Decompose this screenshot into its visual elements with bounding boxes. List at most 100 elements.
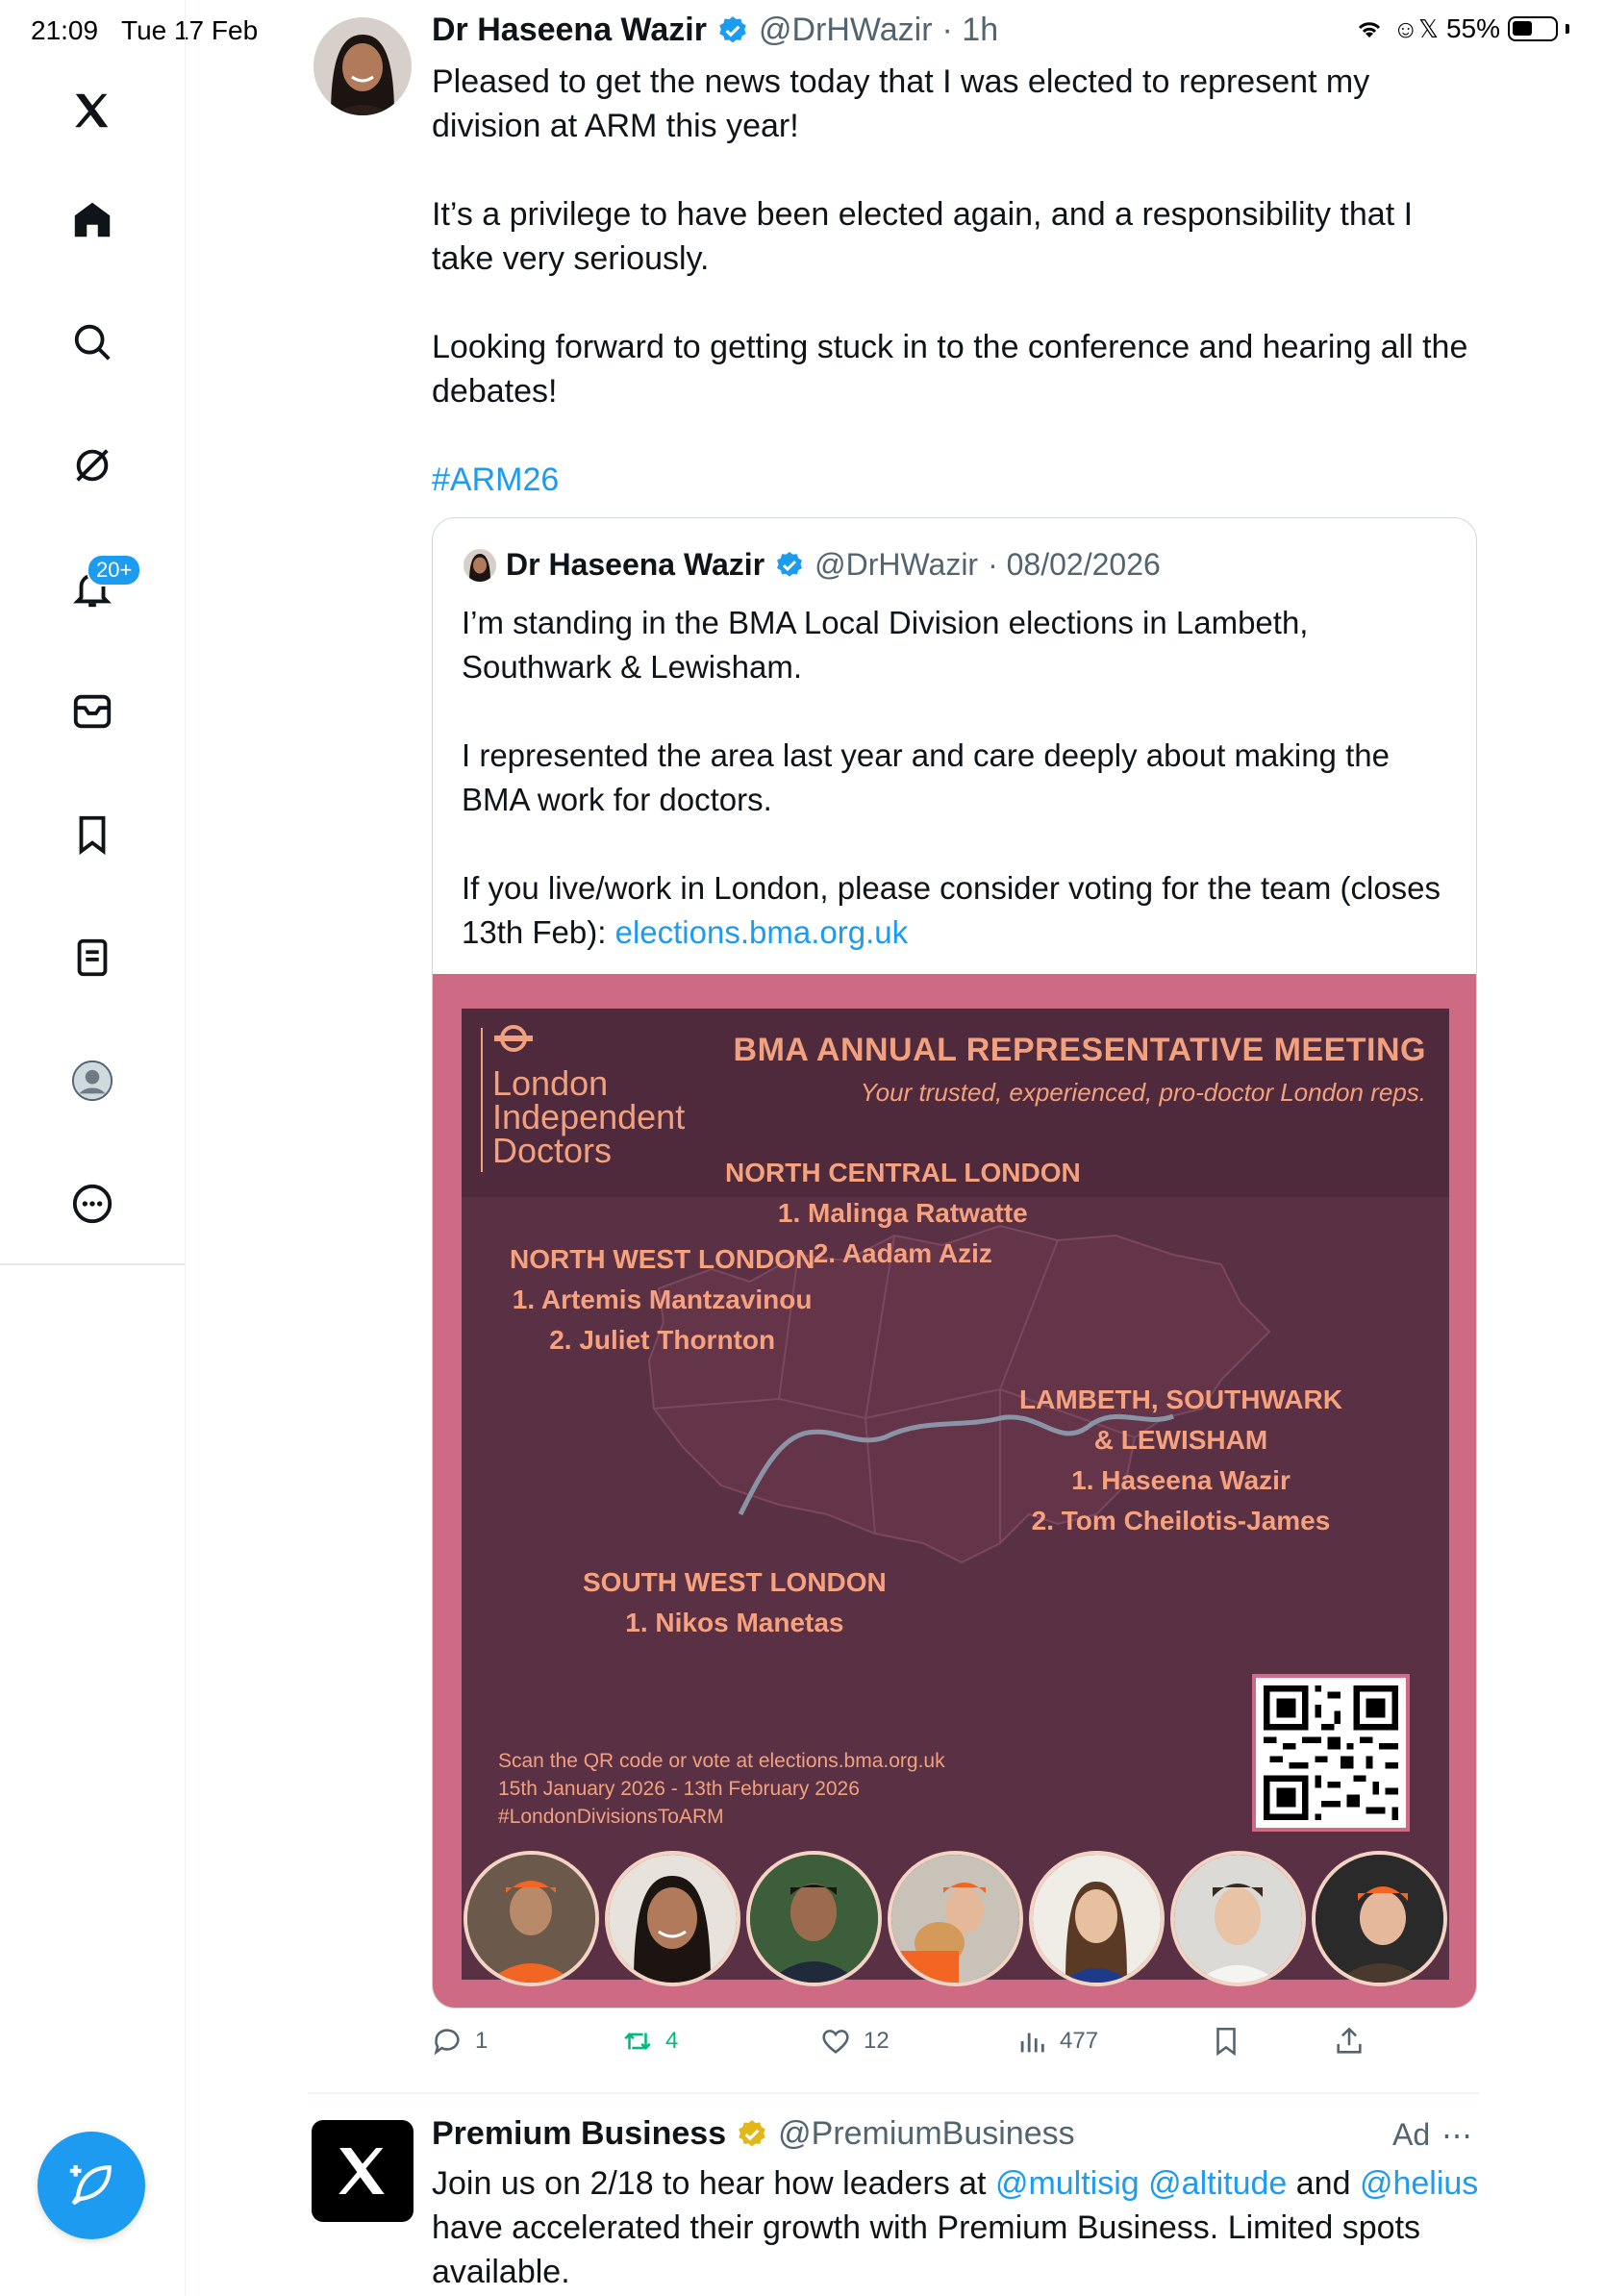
post-text: Pleased to get the news today that I was…	[432, 60, 1480, 502]
reply-icon	[434, 2029, 460, 2056]
messages-icon[interactable]	[67, 686, 117, 736]
region-name: NORTH WEST LONDON	[510, 1244, 815, 1274]
reply-count: 1	[475, 2028, 489, 2054]
battery-tip	[1566, 24, 1569, 34]
quoted-date: · 08/02/2026	[988, 547, 1161, 582]
grok-icon[interactable]	[67, 440, 117, 490]
post-hashtag[interactable]: #ARM26	[432, 458, 1480, 502]
notifications-icon[interactable]: 20+	[67, 554, 142, 613]
quoted-avatar	[464, 548, 496, 582]
candidate: 2. Tom Cheilotis-James	[1031, 1506, 1331, 1535]
post-time[interactable]: · 1h	[942, 12, 999, 49]
ad-author-handle[interactable]: @PremiumBusiness	[778, 2115, 1075, 2153]
candidate-photo	[605, 1851, 740, 1986]
candidate: 1. Haseena Wazir	[1071, 1465, 1291, 1495]
region-lambeth-southwark-lewisham: LAMBETH, SOUTHWARK & LEWISHAM 1. Haseena…	[1019, 1380, 1342, 1541]
candidate: 2. Juliet Thornton	[549, 1325, 776, 1355]
x-logo-icon	[338, 2148, 385, 2194]
org-line: Doctors	[492, 1131, 613, 1170]
quoted-post[interactable]: Dr Haseena Wazir @DrHWazir · 08/02/2026 …	[432, 517, 1477, 2009]
heart-icon	[822, 2030, 849, 2054]
wifi-icon	[1359, 22, 1381, 37]
quoted-paragraph: I represented the area last year and car…	[462, 737, 1390, 817]
compose-feather-icon	[69, 2165, 112, 2206]
bookmark-button[interactable]	[1210, 2025, 1242, 2058]
views-button[interactable]: 477	[1015, 2025, 1098, 2058]
ad-avatar[interactable]	[312, 2120, 414, 2222]
region-name: NORTH CENTRAL LONDON	[725, 1158, 1081, 1187]
share-button[interactable]	[1333, 2025, 1366, 2058]
share-icon	[1337, 2027, 1362, 2054]
battery-icon	[1508, 16, 1558, 41]
sidebar: 20+	[0, 0, 186, 2296]
poster-subtitle: Your trusted, experienced, pro-doctor Lo…	[860, 1078, 1426, 1107]
ad-mention[interactable]: @helius	[1360, 2165, 1478, 2202]
footer-line: Scan the QR code or vote at elections.bm…	[498, 1750, 945, 1772]
profile-icon[interactable]	[67, 1056, 117, 1106]
ad-text-segment: have accelerated their growth with Premi…	[432, 2209, 1421, 2290]
quoted-paragraph-text: If you live/work in London, please consi…	[462, 870, 1441, 950]
quoted-author-name: Dr Haseena Wazir	[506, 547, 765, 582]
more-icon[interactable]	[67, 1179, 117, 1229]
qr-code	[1252, 1674, 1410, 1832]
sidebar-divider	[0, 1263, 186, 1265]
repost-icon	[624, 2033, 651, 2050]
ad-mention[interactable]: @multisig	[995, 2165, 1140, 2202]
post-paragraph: Looking forward to getting stuck in to t…	[432, 329, 1468, 410]
poster-logo-line	[481, 1028, 483, 1172]
poster-org-name: London Independent Doctors	[492, 1066, 685, 1170]
region-name: & LEWISHAM	[1093, 1425, 1268, 1455]
post-paragraph: Pleased to get the news today that I was…	[432, 63, 1370, 144]
campaign-poster-image[interactable]: London Independent Doctors BMA ANNUAL RE…	[433, 974, 1476, 2008]
ad-mention[interactable]: @altitude	[1148, 2165, 1287, 2202]
bookmarks-icon[interactable]	[67, 810, 117, 860]
status-icons: ☺𝕏	[1392, 13, 1439, 43]
compose-button[interactable]	[38, 2132, 145, 2239]
x-logo-icon[interactable]	[67, 86, 117, 136]
post-paragraph: It’s a privilege to have been elected ag…	[432, 196, 1414, 277]
ad-text-segment: and	[1287, 2165, 1360, 2202]
home-icon[interactable]	[67, 195, 117, 245]
quoted-author-handle: @DrHWazir	[815, 547, 979, 582]
author-avatar[interactable]	[313, 17, 412, 115]
poster-footer: Scan the QR code or vote at elections.bm…	[498, 1747, 945, 1831]
footer-line: #LondonDivisionsToARM	[498, 1806, 724, 1828]
quoted-paragraph-last: If you live/work in London, please consi…	[462, 866, 1452, 955]
gold-verified-icon	[739, 2119, 765, 2146]
candidate-photo	[1029, 1851, 1165, 1986]
roundel-logo-icon	[494, 1025, 533, 1052]
quoted-paragraph: I’m standing in the BMA Local Division e…	[462, 605, 1309, 685]
notifications-badge: 20+	[87, 554, 142, 586]
footer-line: 15th January 2026 - 13th February 2026	[498, 1778, 860, 1800]
like-button[interactable]: 12	[819, 2025, 890, 2058]
region-name: LAMBETH, SOUTHWARK	[1019, 1385, 1342, 1414]
ad-more-icon[interactable]: ⋯	[1441, 2117, 1472, 2154]
quoted-link[interactable]: elections.bma.org.uk	[615, 914, 909, 950]
battery-percent: 55%	[1445, 13, 1500, 43]
ad-text: Join us on 2/18 to hear how leaders at @…	[432, 2161, 1480, 2294]
like-count: 12	[864, 2028, 890, 2054]
ad-author-name[interactable]: Premium Business	[432, 2115, 726, 2153]
ad-label-group: Ad ⋯	[1392, 2117, 1472, 2154]
post-actions: 1 4 12 477	[431, 2025, 1489, 2067]
ad-text-segment: Join us on 2/18 to hear how leaders at	[432, 2165, 995, 2202]
verified-icon	[777, 551, 803, 577]
candidate-photo	[888, 1851, 1023, 1986]
search-icon[interactable]	[67, 317, 117, 367]
candidate-photo	[1170, 1851, 1306, 1986]
candidate-photos	[464, 1851, 1447, 1986]
qr-code-icon	[1264, 1685, 1398, 1820]
quoted-header: Dr Haseena Wazir @DrHWazir · 08/02/2026	[464, 547, 1161, 583]
reply-button[interactable]: 1	[431, 2025, 488, 2058]
articles-icon[interactable]	[67, 933, 117, 983]
candidate-photo	[746, 1851, 882, 1986]
poster-title: BMA ANNUAL REPRESENTATIVE MEETING	[733, 1032, 1426, 1068]
repost-button[interactable]: 4	[621, 2025, 678, 2058]
author-name[interactable]: Dr Haseena Wazir	[432, 12, 707, 49]
candidate: 1. Malinga Ratwatte	[777, 1198, 1028, 1228]
bookmark-icon	[1216, 2027, 1236, 2057]
author-handle[interactable]: @DrHWazir	[759, 12, 933, 49]
region-north-west: NORTH WEST LONDON 1. Artemis Mantzavinou…	[510, 1239, 815, 1360]
candidate: 1. Nikos Manetas	[625, 1608, 844, 1637]
post-separator	[308, 2092, 1479, 2094]
